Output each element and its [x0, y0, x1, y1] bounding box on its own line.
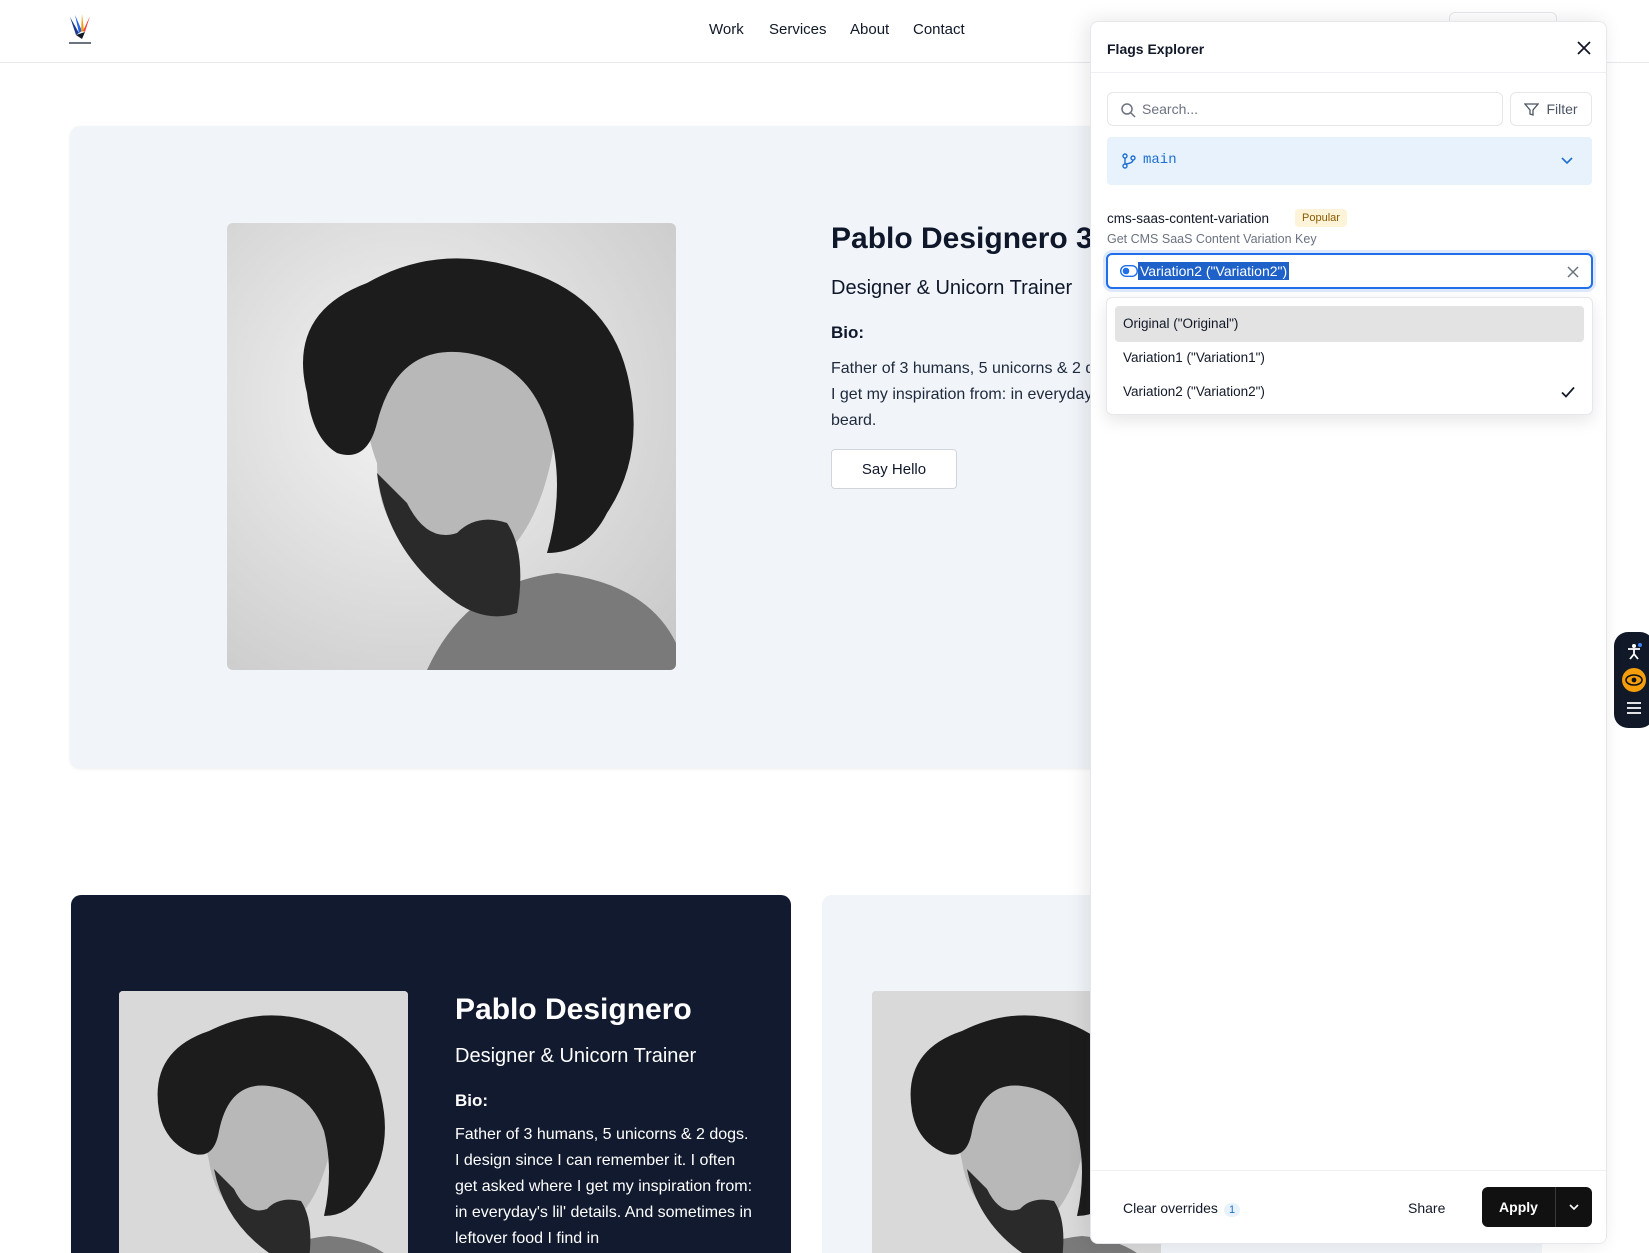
flag-description: Get CMS SaaS Content Variation Key — [1107, 232, 1317, 246]
check-icon — [1561, 386, 1575, 398]
clear-overrides-label: Clear overrides — [1123, 1200, 1218, 1216]
branch-selector[interactable]: main — [1107, 137, 1592, 185]
card-bio-text: Father of 3 humans, 5 unicorns & 2 dogs.… — [455, 1126, 753, 1247]
chevron-down-icon — [1561, 157, 1573, 165]
flag-value-text[interactable]: Variation2 ("Variation2") — [1138, 262, 1290, 280]
option-label: Original ("Original") — [1123, 316, 1239, 331]
profile-photo — [119, 991, 408, 1253]
apply-button[interactable]: Apply — [1482, 1187, 1555, 1227]
share-button[interactable]: Share — [1408, 1200, 1445, 1216]
eye-icon[interactable] — [1622, 668, 1646, 692]
card-name: Pablo Designero — [455, 993, 692, 1026]
floating-toolbar — [1614, 632, 1649, 728]
override-count-badge: 1 — [1223, 1203, 1241, 1217]
panel-footer: Clear overrides 1 Share Apply — [1091, 1170, 1606, 1243]
search-input[interactable] — [1142, 93, 1492, 125]
flag-value-combobox[interactable]: Variation2 ("Variation2") — [1106, 253, 1593, 289]
card-role: Designer & Unicorn Trainer — [455, 1045, 697, 1067]
clear-value-icon[interactable] — [1565, 264, 1581, 280]
nav-about[interactable]: About — [850, 21, 889, 38]
option-label: Variation1 ("Variation1") — [1123, 350, 1265, 365]
say-hello-button[interactable]: Say Hello — [831, 449, 957, 489]
panel-header: Flags Explorer — [1091, 22, 1606, 73]
option-variation2[interactable]: Variation2 ("Variation2") — [1115, 374, 1584, 410]
apply-options-button[interactable] — [1556, 1187, 1592, 1227]
chevron-down-icon — [1569, 1204, 1579, 1211]
clear-overrides-button[interactable]: Clear overrides 1 — [1123, 1200, 1241, 1217]
apply-button-group: Apply — [1482, 1187, 1592, 1227]
profile-photo — [227, 223, 676, 670]
panel-title: Flags Explorer — [1107, 41, 1205, 57]
menu-icon[interactable] — [1622, 696, 1646, 720]
nav-services[interactable]: Services — [769, 21, 827, 38]
company-logo[interactable] — [66, 13, 94, 47]
nav-work[interactable]: Work — [709, 21, 744, 38]
card-bio-label: Bio: — [455, 1091, 489, 1110]
profile-card-dark: Pablo Designero Designer & Unicorn Train… — [71, 895, 791, 1253]
branch-name: main — [1143, 152, 1177, 168]
option-variation1[interactable]: Variation1 ("Variation1") — [1115, 340, 1584, 376]
filter-label: Filter — [1546, 101, 1578, 117]
option-label: Variation2 ("Variation2") — [1123, 384, 1265, 399]
hero-name: Pablo Designero 3 — [831, 222, 1093, 255]
flag-key: cms-saas-content-variation — [1107, 211, 1270, 226]
filter-button[interactable]: Filter — [1510, 92, 1592, 126]
hero-role: Designer & Unicorn Trainer — [831, 277, 1073, 299]
toggle-icon — [1120, 265, 1138, 277]
variation-options-list: Original ("Original") Variation1 ("Varia… — [1106, 297, 1593, 415]
nav-contact[interactable]: Contact — [913, 21, 965, 38]
flags-explorer-panel: Flags Explorer Filter main cms-saas-cont… — [1090, 21, 1607, 1244]
popular-badge: Popular — [1295, 209, 1347, 227]
git-branch-icon — [1122, 153, 1136, 169]
accessibility-icon[interactable] — [1622, 640, 1646, 664]
close-icon[interactable] — [1572, 36, 1596, 60]
search-box — [1107, 92, 1503, 126]
filter-icon — [1524, 102, 1540, 116]
hero-bio-label: Bio: — [831, 323, 865, 342]
search-icon — [1121, 103, 1136, 118]
option-original[interactable]: Original ("Original") — [1115, 306, 1584, 342]
